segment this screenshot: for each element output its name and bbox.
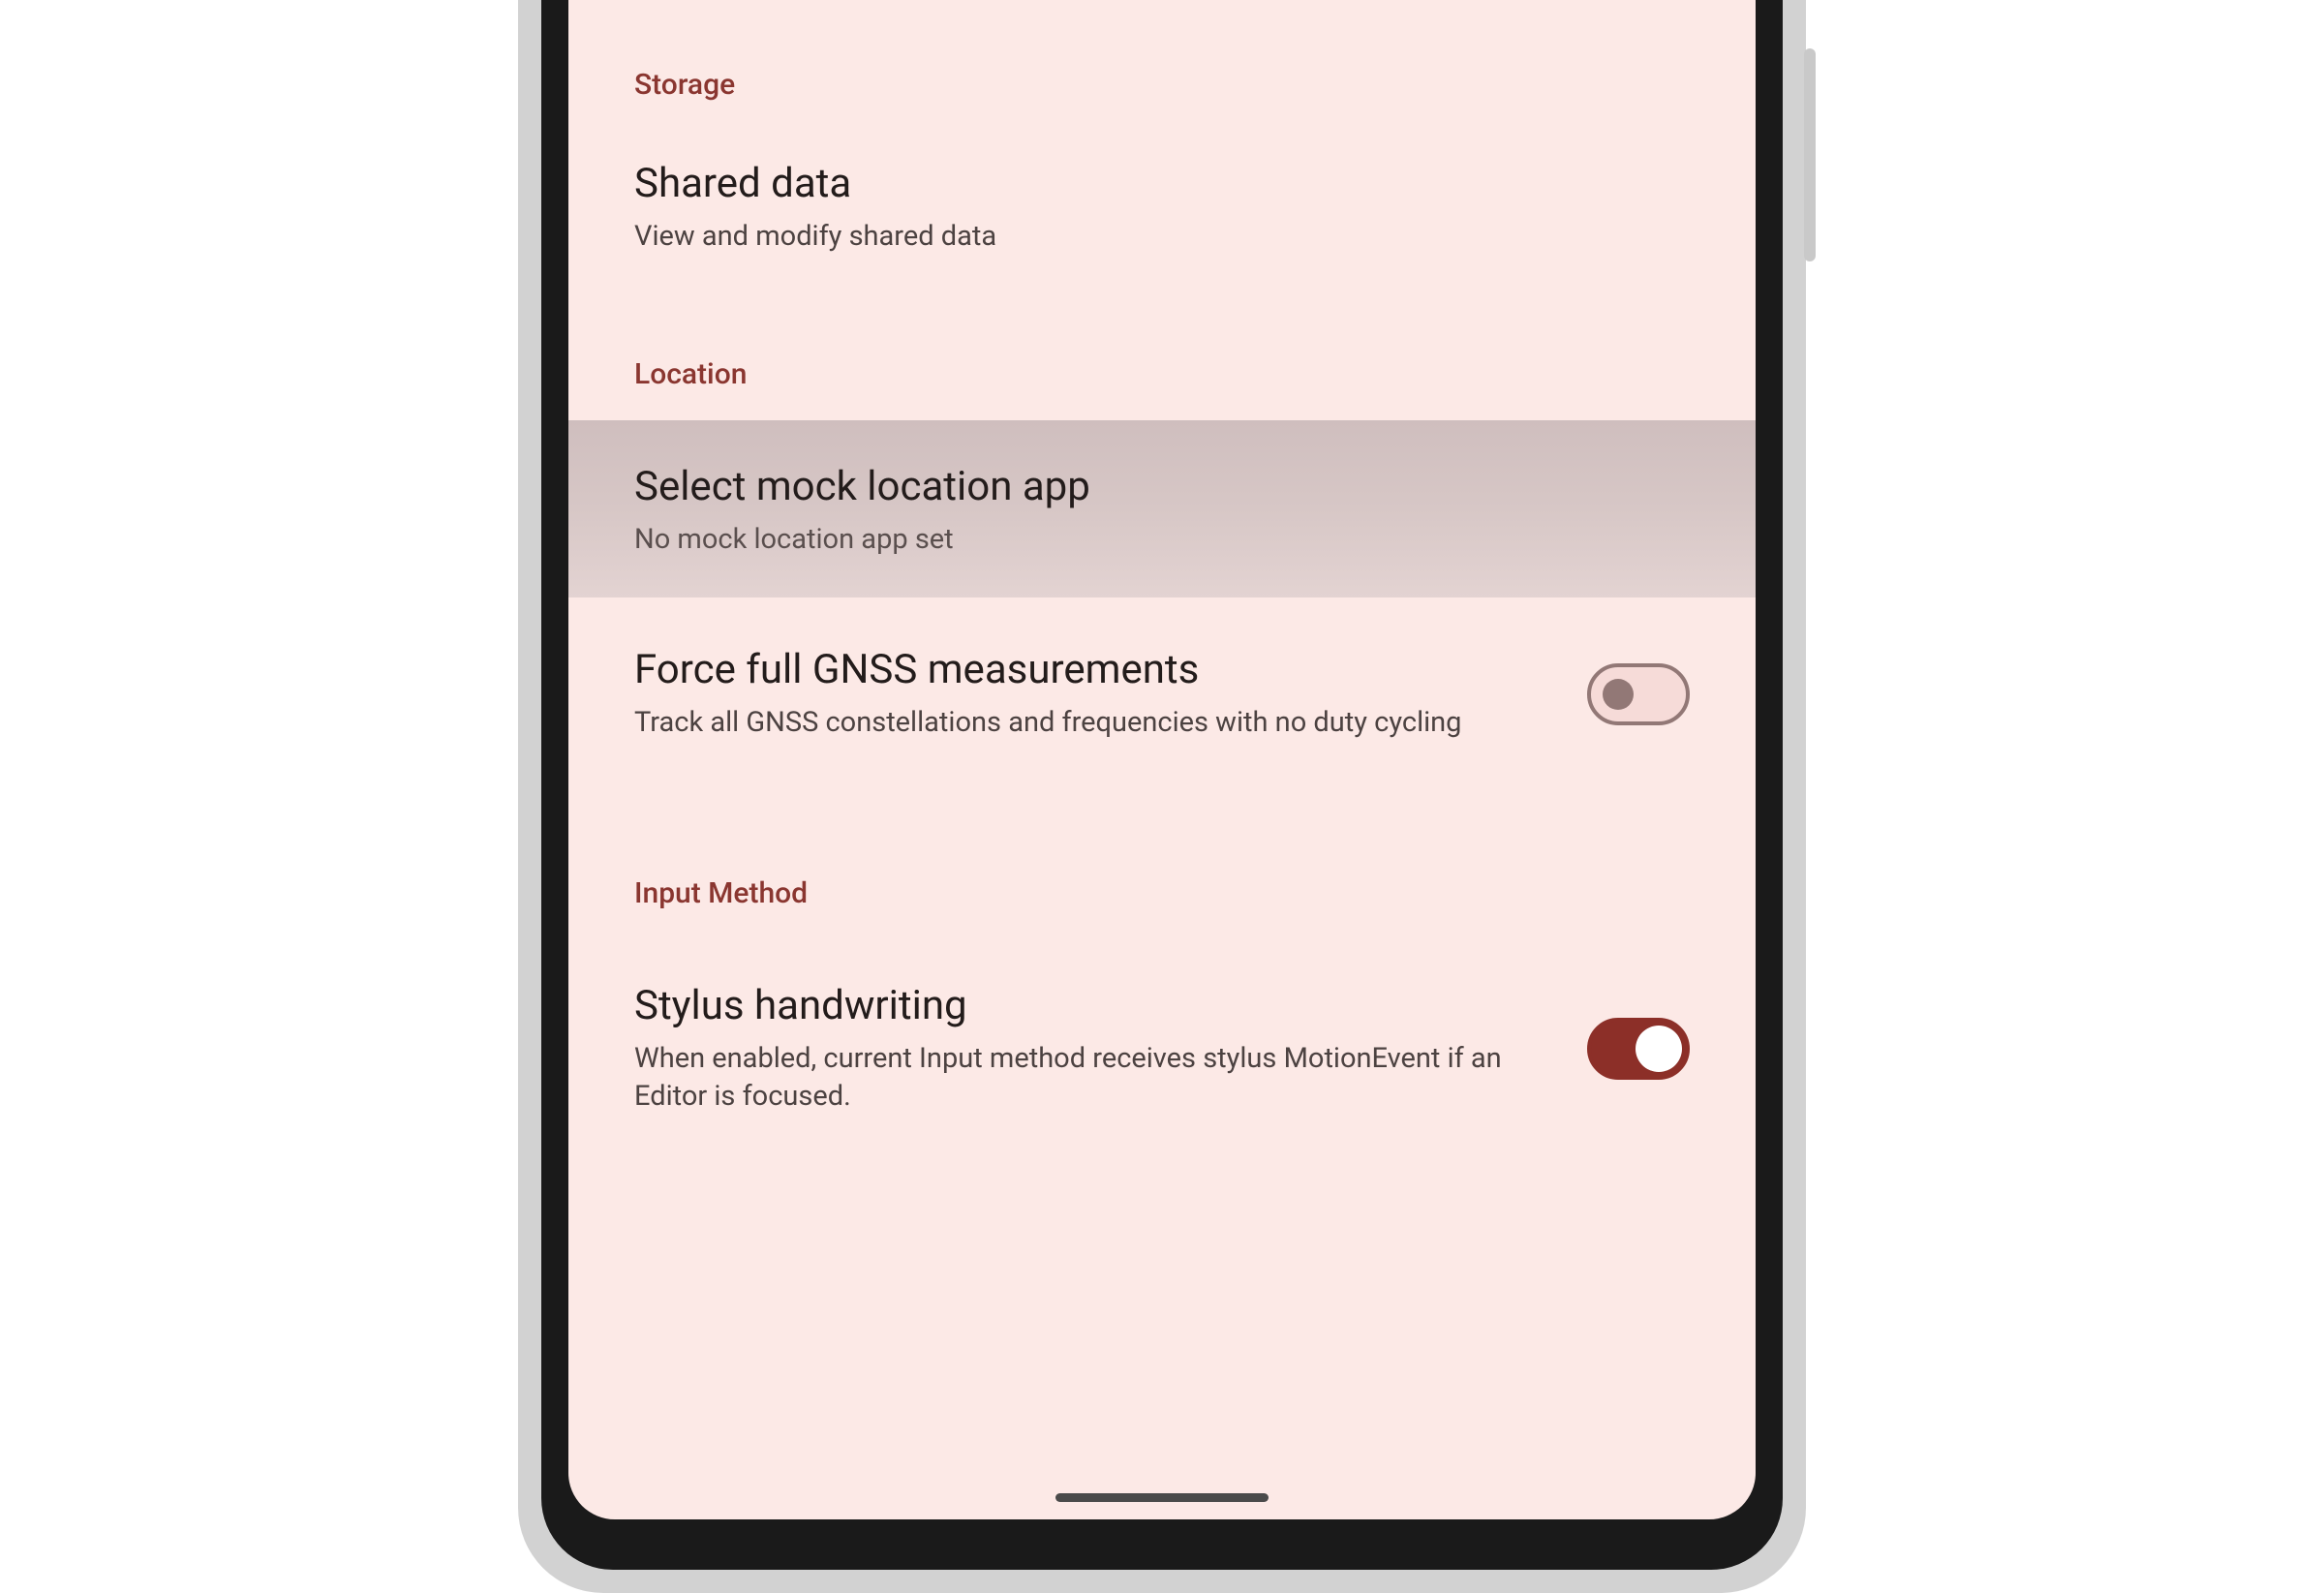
toggle-knob <box>1603 679 1634 710</box>
navigation-handle[interactable] <box>1055 1493 1269 1502</box>
select-mock-location-subtitle: No mock location app set <box>634 521 1651 559</box>
stylus-handwriting-title: Stylus handwriting <box>634 982 1548 1030</box>
force-gnss-toggle[interactable] <box>1587 663 1690 725</box>
select-mock-location-row[interactable]: Select mock location app No mock locatio… <box>568 420 1756 598</box>
shared-data-row[interactable]: Shared data View and modify shared data <box>568 131 1756 290</box>
section-header-location: Location <box>568 344 1756 420</box>
spacer <box>568 290 1756 344</box>
shared-data-subtitle: View and modify shared data <box>634 218 1651 256</box>
settings-list: Storage Shared data View and modify shar… <box>568 0 1756 1149</box>
spacer <box>568 776 1756 863</box>
phone-screen: Storage Shared data View and modify shar… <box>568 0 1756 1519</box>
select-mock-location-title: Select mock location app <box>634 463 1651 511</box>
select-mock-location-text: Select mock location app No mock locatio… <box>634 463 1690 560</box>
section-header-input-method: Input Method <box>568 863 1756 939</box>
stylus-handwriting-text: Stylus handwriting When enabled, current… <box>634 982 1587 1117</box>
phone-side-button <box>1804 48 1816 261</box>
phone-frame-outer: Storage Shared data View and modify shar… <box>518 0 1806 1593</box>
shared-data-text: Shared data View and modify shared data <box>634 160 1690 257</box>
force-gnss-row[interactable]: Force full GNSS measurements Track all G… <box>568 597 1756 776</box>
shared-data-title: Shared data <box>634 160 1651 208</box>
section-header-storage: Storage <box>568 54 1756 131</box>
force-gnss-text: Force full GNSS measurements Track all G… <box>634 646 1587 743</box>
stylus-handwriting-toggle[interactable] <box>1587 1018 1690 1080</box>
phone-mockup: Storage Shared data View and modify shar… <box>518 0 1806 1593</box>
force-gnss-subtitle: Track all GNSS constellations and freque… <box>634 704 1548 742</box>
stylus-handwriting-row[interactable]: Stylus handwriting When enabled, current… <box>568 939 1756 1149</box>
force-gnss-title: Force full GNSS measurements <box>634 646 1548 694</box>
phone-frame-bezel: Storage Shared data View and modify shar… <box>541 0 1783 1570</box>
stylus-handwriting-subtitle: When enabled, current Input method recei… <box>634 1040 1548 1116</box>
toggle-knob <box>1636 1026 1682 1072</box>
